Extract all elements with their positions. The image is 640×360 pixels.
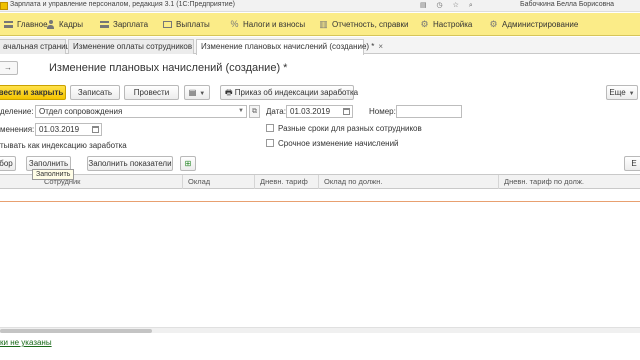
section-label: Отчетность, справки	[332, 20, 409, 29]
scrollbar-thumb[interactable]	[0, 329, 152, 333]
forward-arrow-icon[interactable]: →	[0, 61, 18, 75]
column-header-daily-rate[interactable]: Дневн. тариф	[260, 177, 308, 186]
tab-label: Изменение оплаты сотрудников	[73, 42, 193, 51]
section-main[interactable]: Главное	[4, 13, 48, 36]
section-taxes[interactable]: % Налоги и взносы	[230, 13, 305, 36]
calendar-icon[interactable]	[92, 126, 99, 133]
person-icon	[46, 20, 55, 29]
tab-home[interactable]: ачальная страница	[0, 39, 75, 54]
section-salary[interactable]: Зарплата	[100, 13, 148, 36]
section-label: Выплаты	[176, 20, 210, 29]
more-button[interactable]: Еще ▼	[606, 85, 638, 100]
user-name[interactable]: Бабочкина Белла Борисовна	[520, 1, 614, 8]
column-divider	[498, 175, 499, 189]
column-divider	[254, 175, 255, 189]
report-icon: ▥	[319, 19, 328, 29]
app-logo-icon	[0, 2, 8, 10]
monitor-icon	[163, 21, 172, 28]
change-date-field[interactable]: 01.03.2019	[35, 123, 102, 136]
change-date-value: 01.03.2019	[39, 125, 80, 134]
column-header-position-daily-rate[interactable]: Дневн. тариф по долж.	[504, 177, 584, 186]
section-payments[interactable]: Выплаты	[163, 13, 210, 36]
horizontal-scrollbar[interactable]	[0, 327, 640, 333]
section-label: Главное	[17, 20, 48, 29]
save-button[interactable]: Записать	[70, 85, 120, 100]
gear-icon: ⚙	[489, 19, 498, 29]
window-title: Зарплата и управление персоналом, редакц…	[10, 1, 235, 8]
titlebar-tools-icon[interactable]: ▤ ◷ ☆ ⌕	[420, 1, 477, 10]
print-menu-button[interactable]: ▤ ▼	[184, 85, 210, 100]
calendar-icon[interactable]	[343, 108, 350, 115]
section-label: Кадры	[59, 20, 83, 29]
post-button[interactable]: Провести	[124, 85, 179, 100]
post-and-close-button[interactable]: вести и закрыть	[0, 85, 66, 100]
open-windows-tabs: ачальная страница Изменение оплаты сотру…	[0, 37, 640, 55]
section-label: Настройка	[433, 20, 473, 29]
open-icon[interactable]: ⧉	[249, 105, 260, 118]
department-label: деление:	[0, 107, 34, 116]
different-dates-checkbox[interactable]	[266, 124, 274, 132]
right-more-button[interactable]: Е	[624, 156, 640, 171]
employees-table[interactable]: N Сотрудник Оклад Дневн. тариф Оклад по …	[0, 174, 640, 333]
tab-salary-change[interactable]: Изменение оплаты сотрудников×	[68, 39, 201, 54]
chevron-down-icon[interactable]: ▼	[238, 106, 244, 117]
page-title: Изменение плановых начислений (создание)…	[49, 62, 288, 74]
tab-planned-accruals[interactable]: Изменение плановых начислений (создание)…	[196, 39, 383, 55]
different-dates-label: Разные сроки для разных сотрудников	[278, 124, 422, 133]
fill-tooltip: Заполнить	[32, 169, 75, 180]
column-divider	[182, 175, 183, 189]
fill-indicators-button[interactable]: Заполнить показатели	[87, 156, 173, 171]
column-header-position-salary[interactable]: Оклад по должн.	[324, 177, 383, 186]
select-button[interactable]: бор	[0, 156, 16, 171]
change-date-label: менения:	[0, 125, 35, 134]
button-label: Еще	[609, 88, 626, 97]
section-settings[interactable]: ⚙ Настройка	[420, 13, 472, 36]
indexation-order-button[interactable]: 🖶 Приказ об индексации заработка	[220, 85, 358, 100]
urgent-change-checkbox[interactable]	[266, 139, 274, 147]
gear-icon: ⚙	[420, 19, 429, 29]
tab-label: ачальная страница	[3, 42, 75, 51]
add-icon[interactable]: ⊞	[180, 156, 196, 171]
section-label: Налоги и взносы	[243, 20, 306, 29]
column-header-salary[interactable]: Оклад	[188, 177, 210, 186]
close-icon[interactable]: ×	[378, 42, 383, 51]
button-label: Приказ об индексации заработка	[234, 88, 359, 97]
table-header: N Сотрудник Оклад Дневн. тариф Оклад по …	[0, 175, 640, 189]
stack-icon	[4, 21, 13, 28]
section-label: Зарплата	[113, 20, 149, 29]
section-hr[interactable]: Кадры	[46, 13, 83, 36]
printer-icon: 🖶	[225, 88, 233, 97]
number-label: Номер:	[369, 107, 396, 116]
table-row[interactable]	[0, 190, 640, 202]
section-label: Администрирование	[502, 20, 579, 29]
date-field[interactable]: 01.03.2019	[286, 105, 353, 118]
number-field[interactable]	[396, 105, 462, 118]
indexation-label[interactable]: тывать как индексацию заработка	[0, 141, 127, 150]
section-admin[interactable]: ⚙ Администрирование	[489, 13, 578, 36]
date-label: Дата:	[266, 107, 286, 116]
urgent-change-label: Срочное изменение начислений	[278, 139, 399, 148]
department-value: Отдел сопровождения	[39, 107, 123, 116]
stack-icon	[100, 21, 109, 28]
bottom-link[interactable]: ки не указаны	[0, 338, 52, 347]
date-value: 01.03.2019	[290, 107, 331, 116]
sections-panel: Главное Кадры Зарплата Выплаты % Налоги …	[0, 13, 640, 36]
tab-label: Изменение плановых начислений (создание)…	[201, 42, 375, 51]
document-icon: ▤	[188, 88, 197, 97]
section-reports[interactable]: ▥ Отчетность, справки	[319, 13, 409, 36]
window-titlebar: Зарплата и управление персоналом, редакц…	[0, 0, 640, 12]
chevron-down-icon: ▼	[199, 91, 206, 97]
column-divider	[318, 175, 319, 189]
percent-icon: %	[230, 19, 239, 29]
chevron-down-icon: ▼	[628, 91, 635, 97]
department-field[interactable]: Отдел сопровождения ▼	[35, 105, 247, 118]
